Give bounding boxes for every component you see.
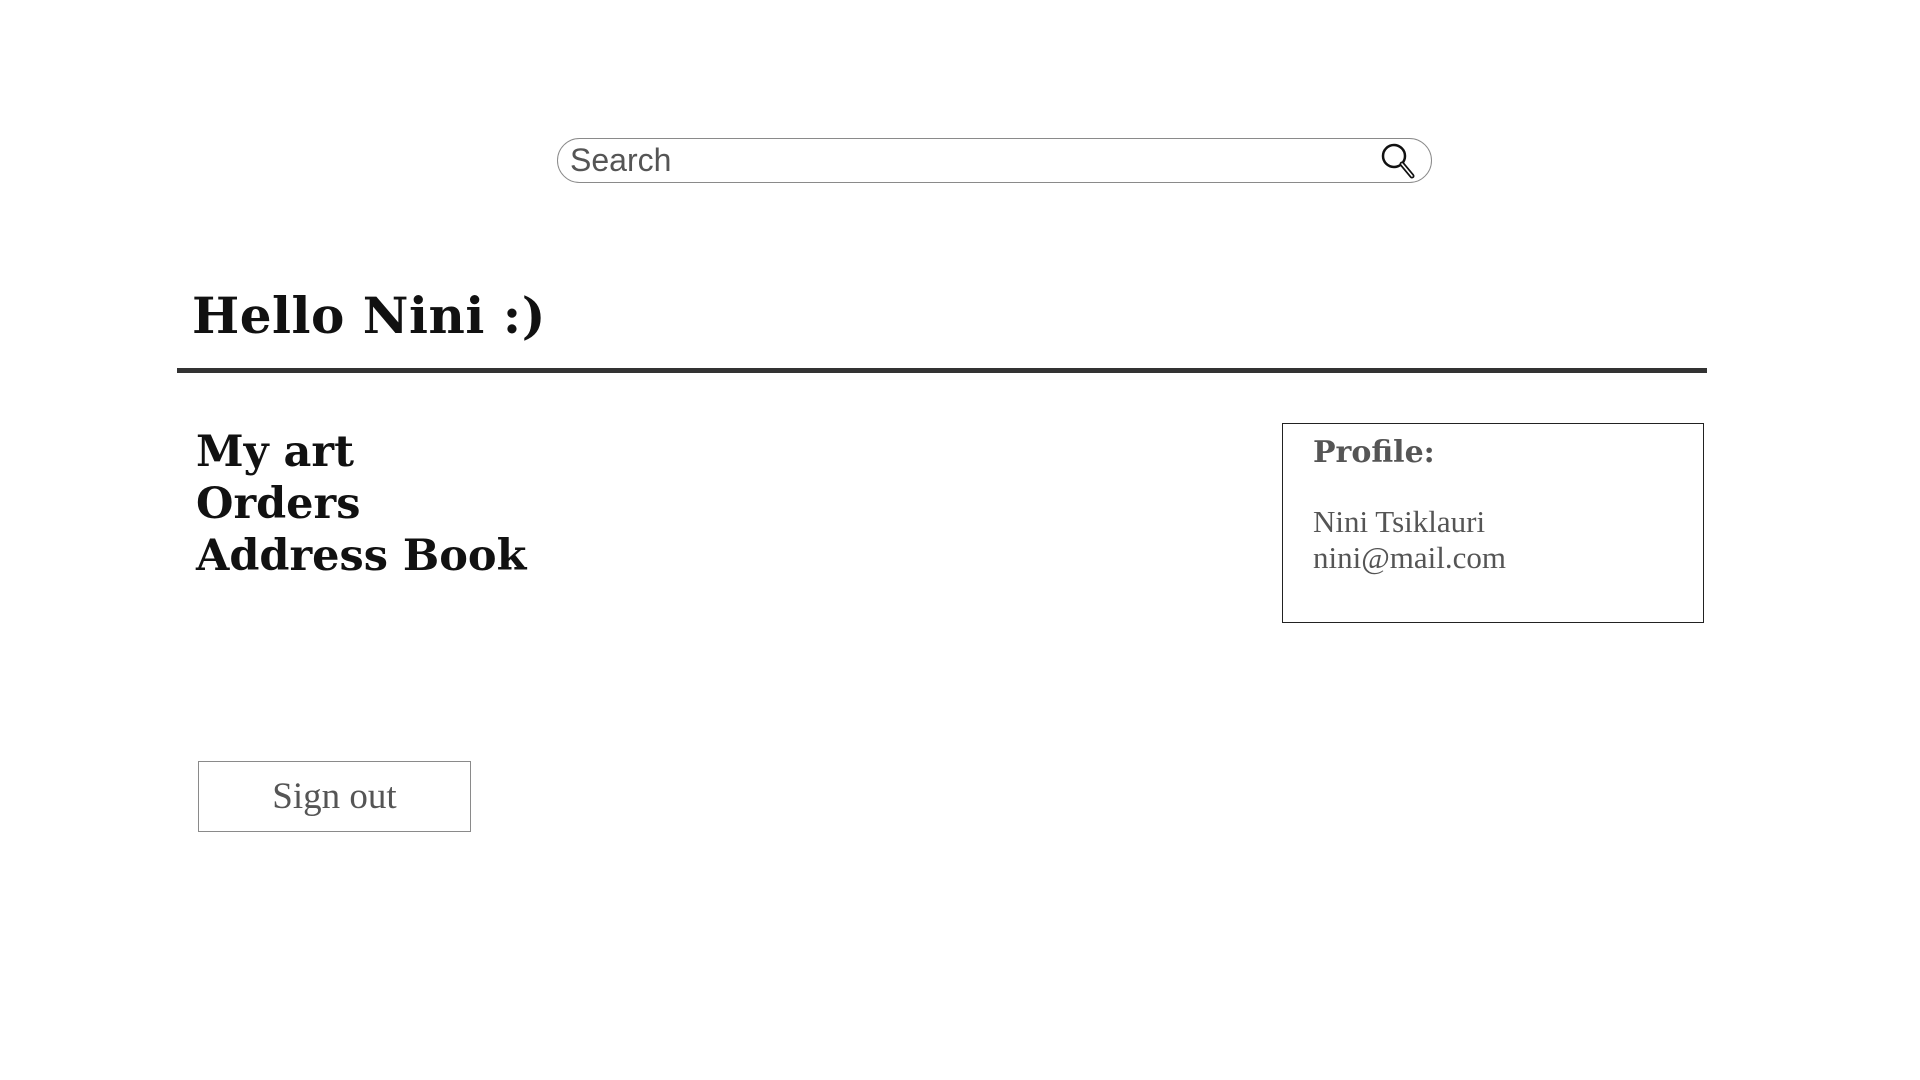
profile-title: Profile:	[1313, 435, 1435, 470]
page-title: Hello Nini :)	[192, 286, 546, 345]
sign-out-button[interactable]: Sign out	[198, 761, 471, 832]
nav-item-orders[interactable]: Orders	[196, 478, 526, 530]
search-bar	[557, 138, 1432, 183]
header-divider	[177, 368, 1707, 373]
search-icon[interactable]	[1377, 140, 1419, 182]
account-nav: My art Orders Address Book	[196, 426, 526, 582]
search-input[interactable]	[558, 139, 1377, 182]
profile-email: nini@mail.com	[1313, 540, 1506, 575]
nav-item-my-art[interactable]: My art	[196, 426, 526, 478]
account-page: Hello Nini :) My art Orders Address Book…	[0, 0, 1920, 1080]
profile-card: Profile: Nini Tsiklauri nini@mail.com	[1282, 423, 1704, 623]
profile-name: Nini Tsiklauri	[1313, 504, 1486, 539]
nav-item-address-book[interactable]: Address Book	[196, 530, 526, 582]
